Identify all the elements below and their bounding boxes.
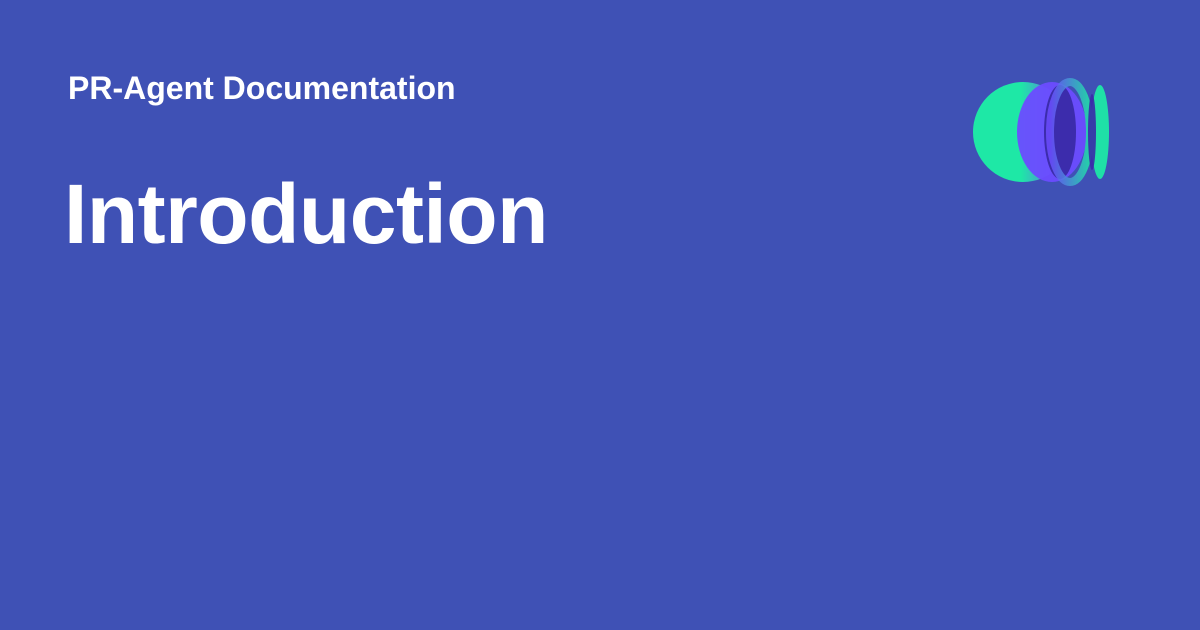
page-title: Introduction <box>64 167 548 261</box>
site-name: PR-Agent Documentation <box>68 70 456 106</box>
social-preview-card: PR-Agent Documentation Introduction <box>0 0 1200 630</box>
overlapping-circles-logo-icon <box>968 76 1120 188</box>
